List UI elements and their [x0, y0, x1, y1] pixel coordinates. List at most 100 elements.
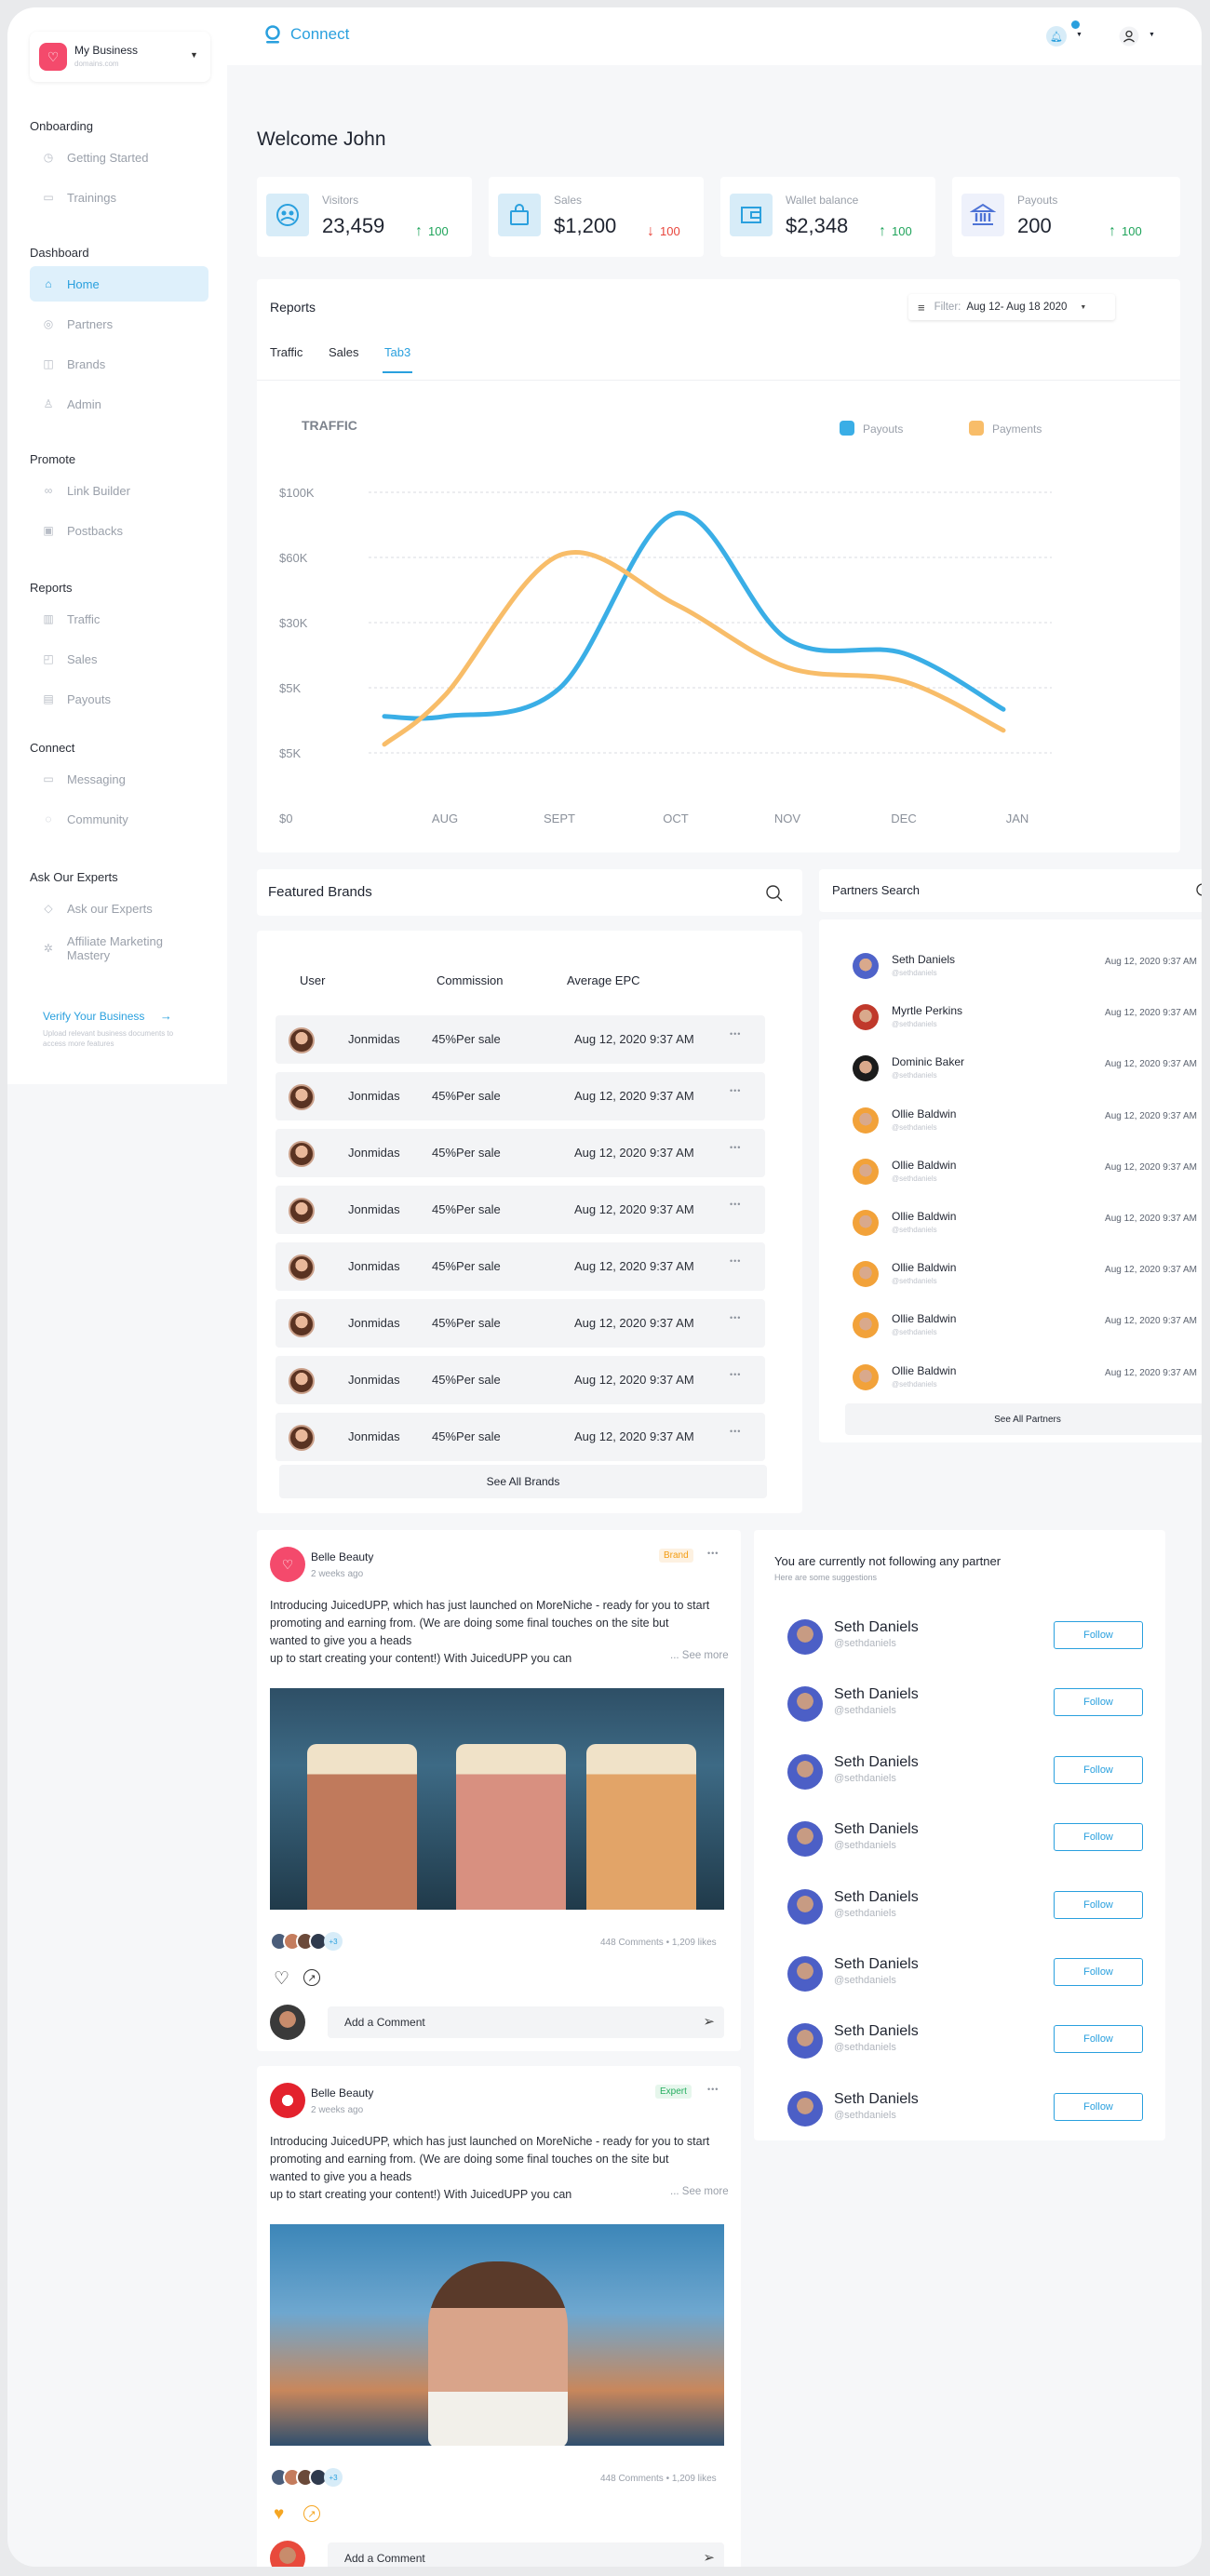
profile-menu-button[interactable]: ▼: [1119, 26, 1160, 48]
tabs-divider: [257, 380, 1180, 381]
follow-button[interactable]: Follow: [1054, 1688, 1143, 1717]
stat-label: Visitors: [322, 194, 359, 207]
sidebar-item-label: Trainings: [67, 190, 116, 205]
partner-handle: @sethdaniels: [892, 1226, 937, 1234]
share-icon[interactable]: ↗: [303, 2505, 320, 2522]
follow-button[interactable]: Follow: [1054, 1958, 1143, 1986]
suggestion-name[interactable]: Seth Daniels: [834, 1619, 919, 1636]
sidebar-item-brands[interactable]: ◫ Brands: [30, 346, 208, 382]
business-switcher[interactable]: ♡ My Business domains.com ▼: [30, 32, 210, 82]
sidebar-item-getting-started[interactable]: ◷ Getting Started: [30, 140, 208, 175]
tab-tab3[interactable]: Tab3: [384, 345, 410, 359]
follow-button[interactable]: Follow: [1054, 1890, 1143, 1919]
verify-business-title[interactable]: Verify Your Business: [43, 1010, 144, 1023]
table-row[interactable]: Jonmidas 45%Per sale Aug 12, 2020 9:37 AM •…: [276, 1299, 765, 1348]
more-icon[interactable]: •••: [730, 1200, 741, 1209]
more-icon[interactable]: •••: [730, 1256, 741, 1266]
suggestion-name[interactable]: Seth Daniels: [834, 1821, 919, 1838]
list-item[interactable]: Ollie Baldwin @sethdaniels Aug 12, 2020 9:…: [845, 1357, 1202, 1403]
list-item[interactable]: Ollie Baldwin @sethdaniels Aug 12, 2020 9:…: [845, 1202, 1202, 1249]
heart-icon[interactable]: ♡: [274, 1968, 289, 1990]
liker-avatars[interactable]: +3: [270, 1932, 343, 1952]
app-logo[interactable]: Connect: [264, 24, 349, 45]
more-icon[interactable]: •••: [730, 1029, 741, 1039]
liker-avatars[interactable]: +3: [270, 2468, 343, 2489]
partner-handle: @sethdaniels: [892, 1122, 937, 1132]
search-icon[interactable]: [765, 884, 784, 903]
suggestion-handle: @sethdaniels: [834, 1840, 896, 1852]
see-more-link[interactable]: ... See more: [670, 2186, 729, 2197]
share-icon[interactable]: ↗: [303, 1969, 320, 1986]
list-item[interactable]: Ollie Baldwin @sethdaniels Aug 12, 2020 9:…: [845, 1151, 1202, 1198]
list-item[interactable]: Ollie Baldwin @sethdaniels Aug 12, 2020 9:…: [845, 1100, 1202, 1147]
see-all-partners-button[interactable]: See All Partners: [845, 1403, 1202, 1435]
sidebar-item-community[interactable]: ◌ Community: [30, 801, 208, 837]
sidebar-item-home[interactable]: ⌂ Home: [30, 266, 208, 302]
list-item[interactable]: Ollie Baldwin @sethdaniels Aug 12, 2020 9:…: [845, 1254, 1202, 1300]
filter-dropdown[interactable]: ≡ Filter: Aug 12- Aug 18 2020 ▼: [908, 294, 1115, 320]
suggestion-name[interactable]: Seth Daniels: [834, 1956, 919, 1973]
post-author[interactable]: Belle Beauty: [311, 2086, 373, 2100]
legend-swatch: [840, 421, 854, 436]
notifications-button[interactable]: 🔔︎ ▼: [1046, 20, 1087, 48]
table-row[interactable]: Jonmidas 45%Per sale Aug 12, 2020 9:37 AM •…: [276, 1015, 765, 1064]
suggestion-name[interactable]: Seth Daniels: [834, 1754, 919, 1771]
more-icon[interactable]: •••: [730, 1143, 741, 1152]
sidebar-item-trainings[interactable]: ▭ Trainings: [30, 180, 208, 215]
see-more-link[interactable]: ... See more: [670, 1650, 729, 1661]
table-row[interactable]: Jonmidas 45%Per sale Aug 12, 2020 9:37 AM •…: [276, 1186, 765, 1234]
search-icon[interactable]: [1195, 882, 1202, 899]
list-item[interactable]: Seth Daniels @sethdaniels Aug 12, 2020 9:3…: [845, 946, 1202, 992]
suggestion-name[interactable]: Seth Daniels: [834, 2091, 919, 2108]
more-icon[interactable]: •••: [730, 1313, 741, 1322]
suggestion-name[interactable]: Seth Daniels: [834, 1686, 919, 1703]
y-tick-label: $100K: [279, 486, 315, 500]
more-icon[interactable]: •••: [707, 1549, 719, 1558]
sidebar-item-ask-our-experts[interactable]: ◇ Ask our Experts: [30, 891, 208, 926]
table-row[interactable]: Jonmidas 45%Per sale Aug 12, 2020 9:37 AM •…: [276, 1413, 765, 1461]
more-icon[interactable]: •••: [730, 1427, 741, 1436]
list-item[interactable]: Dominic Baker @sethdaniels Aug 12, 2020 9:…: [845, 1048, 1202, 1094]
comment-input[interactable]: Add a Comment ➢: [328, 2542, 724, 2567]
list-item[interactable]: Ollie Baldwin @sethdaniels Aug 12, 2020 9:…: [845, 1305, 1202, 1351]
sidebar-item-label: Sales: [67, 651, 98, 666]
follow-button[interactable]: Follow: [1054, 2092, 1143, 2121]
avatar: [853, 1158, 879, 1185]
follow-button[interactable]: Follow: [1054, 1823, 1143, 1852]
more-icon[interactable]: •••: [730, 1086, 741, 1095]
more-icon[interactable]: •••: [707, 2085, 719, 2094]
table-row[interactable]: Jonmidas 45%Per sale Aug 12, 2020 9:37 AM •…: [276, 1356, 765, 1404]
sidebar-item-traffic[interactable]: ▥ Traffic: [30, 601, 208, 637]
tab-sales[interactable]: Sales: [329, 345, 359, 359]
post-image[interactable]: [270, 1688, 724, 1910]
follow-button[interactable]: Follow: [1054, 2025, 1143, 2054]
more-icon[interactable]: •••: [730, 1370, 741, 1379]
suggestion-name[interactable]: Seth Daniels: [834, 2023, 919, 2040]
sidebar-item-payouts[interactable]: ▤ Payouts: [30, 681, 208, 717]
table-row[interactable]: Jonmidas 45%Per sale Aug 12, 2020 9:37 AM •…: [276, 1129, 765, 1177]
stat-delta-value: 100: [428, 224, 449, 238]
suggestion-name[interactable]: Seth Daniels: [834, 1889, 919, 1906]
verify-business[interactable]: Verify Your Business → Upload relevant b…: [43, 1008, 210, 1049]
table-row[interactable]: Jonmidas 45%Per sale Aug 12, 2020 9:37 AM •…: [276, 1072, 765, 1120]
table-row[interactable]: Jonmidas 45%Per sale Aug 12, 2020 9:37 AM •…: [276, 1242, 765, 1291]
post-author[interactable]: Belle Beauty: [311, 1550, 373, 1563]
tab-traffic[interactable]: Traffic: [270, 345, 302, 359]
sidebar-item-sales[interactable]: ◰ Sales: [30, 641, 208, 677]
sidebar-item-affiliate-marketing-mastery[interactable]: ✲ Affiliate Marketing Mastery: [30, 931, 208, 966]
sidebar-item-partners[interactable]: ◎ Partners: [30, 306, 208, 342]
sidebar-item-messaging[interactable]: ▭ Messaging: [30, 761, 208, 797]
see-all-brands-button[interactable]: See All Brands: [279, 1465, 767, 1498]
list-item[interactable]: Myrtle Perkins @sethdaniels Aug 12, 2020 9…: [845, 997, 1202, 1043]
heart-icon[interactable]: ♥: [274, 2504, 284, 2525]
send-icon[interactable]: ➢: [703, 2013, 715, 2030]
follow-button[interactable]: Follow: [1054, 1621, 1143, 1649]
sidebar-item-link-builder[interactable]: ∞ Link Builder: [30, 473, 208, 508]
post-image[interactable]: [270, 2224, 724, 2446]
brand-user: Jonmidas: [348, 1202, 400, 1216]
sidebar-item-postbacks[interactable]: ▣ Postbacks: [30, 513, 208, 548]
sidebar-item-admin[interactable]: ♙ Admin: [30, 386, 208, 422]
send-icon[interactable]: ➢: [703, 2549, 715, 2566]
comment-input[interactable]: Add a Comment ➢: [328, 2006, 724, 2038]
follow-button[interactable]: Follow: [1054, 1755, 1143, 1784]
